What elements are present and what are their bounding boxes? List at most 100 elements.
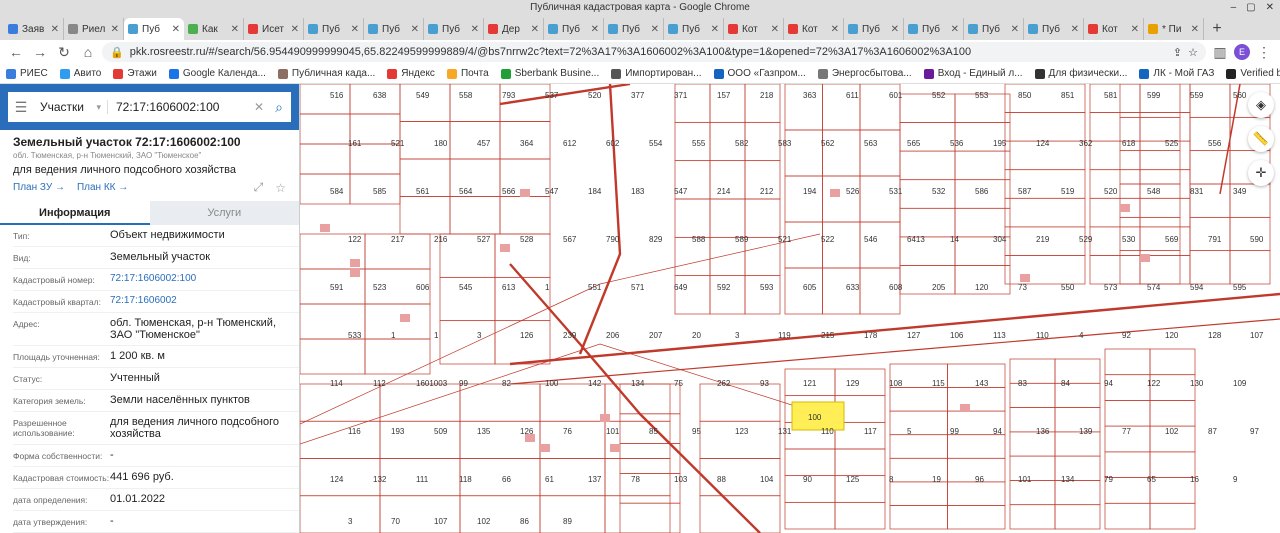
tab-close-icon[interactable]: ✕ [1011, 24, 1019, 35]
browser-tab[interactable]: Пуб ✕ [664, 18, 724, 40]
browser-tab[interactable]: Пуб ✕ [904, 18, 964, 40]
search-type-select[interactable]: Участки ▾ [34, 100, 108, 114]
browser-tab[interactable]: Пуб ✕ [304, 18, 364, 40]
plan-kk-link[interactable]: План КК → [77, 182, 128, 193]
bookmark-item[interactable]: Импортирован... [611, 68, 702, 79]
cadastral-map[interactable]: 516 638 549 558 793 537 520 377 371 157 218 363 611 6… [300, 84, 1280, 533]
bookmark-item[interactable]: ЛК - Мой ГАЗ [1139, 68, 1214, 79]
parcel-number-label: 793 [502, 91, 516, 100]
tab-close-icon[interactable]: ✕ [711, 24, 719, 35]
tab-close-icon[interactable]: ✕ [591, 24, 599, 35]
bookmark-item[interactable]: Этажи [113, 68, 157, 79]
bookmark-item[interactable]: Публичная када... [277, 68, 375, 79]
menu-icon[interactable]: ⋮ [1254, 42, 1274, 62]
search-icon[interactable]: ⌕ [267, 99, 291, 116]
bookmark-item[interactable]: Verified by VISA -... [1226, 68, 1280, 79]
tab-close-icon[interactable]: ✕ [471, 24, 479, 35]
bookmark-label: РИЕС [20, 68, 48, 79]
maximize-icon[interactable]: ▢ [1246, 0, 1255, 16]
window-title-bar: Публичная кадастровая карта - Google Chr… [0, 0, 1280, 16]
bookmark-item[interactable]: Google Календа... [168, 68, 266, 79]
browser-tab[interactable]: Пуб ✕ [364, 18, 424, 40]
tab-close-icon[interactable]: ✕ [531, 24, 539, 35]
tab-close-icon[interactable]: ✕ [111, 24, 119, 35]
parcel-number-label: 583 [778, 139, 792, 148]
profile-avatar[interactable]: E [1234, 44, 1250, 60]
home-icon[interactable]: ⌂ [78, 42, 98, 62]
layers-icon[interactable]: ◈ [1248, 92, 1274, 118]
tab-close-icon[interactable]: ✕ [951, 24, 959, 35]
tab-close-icon[interactable]: ✕ [351, 24, 359, 35]
browser-tab[interactable]: * Пи ✕ [1144, 18, 1204, 40]
search-input[interactable]: 72:17:1606002:100 [108, 100, 251, 114]
address-bar[interactable]: 🔒 pkk.rosreestr.ru/#/search/56.954490999… [102, 42, 1206, 62]
browser-tab[interactable]: Пуб ✕ [964, 18, 1024, 40]
plan-zu-link[interactable]: План ЗУ → [13, 182, 65, 193]
bookmark-item[interactable]: РИЕС [6, 68, 48, 79]
browser-tab[interactable]: Как ✕ [184, 18, 244, 40]
browser-tab[interactable]: Пуб ✕ [544, 18, 604, 40]
tab-close-icon[interactable]: ✕ [231, 24, 239, 35]
clear-icon[interactable]: ✕ [251, 100, 267, 114]
browser-tab[interactable]: Кот ✕ [784, 18, 844, 40]
browser-tab[interactable]: Пуб ✕ [1024, 18, 1084, 40]
tab-close-icon[interactable]: ✕ [411, 24, 419, 35]
tab-close-icon[interactable]: ✕ [1131, 24, 1139, 35]
search-row: ☰ Участки ▾ 72:17:1606002:100 ✕ ⌕ [0, 84, 299, 130]
minimize-icon[interactable]: – [1231, 0, 1237, 16]
tab-close-icon[interactable]: ✕ [651, 24, 659, 35]
browser-tab[interactable]: Пуб ✕ [604, 18, 664, 40]
parcel-boundary [1189, 84, 1231, 118]
browser-tab[interactable]: Пуб ✕ [424, 18, 484, 40]
bookmark-item[interactable]: Вход - Единый л... [923, 68, 1023, 79]
tab-close-icon[interactable]: ✕ [291, 24, 299, 35]
browser-tab[interactable]: Дер ✕ [484, 18, 544, 40]
browser-tab[interactable]: Пуб ✕ [844, 18, 904, 40]
bookmark-item[interactable]: Sberbank Busine... [500, 68, 599, 79]
favorite-star-icon[interactable]: ☆ [275, 181, 286, 195]
back-icon[interactable]: ← [6, 42, 26, 62]
tab-services[interactable]: Услуги [149, 201, 299, 225]
parcel-number-label: 139 [1079, 427, 1093, 436]
parcel-number-label: 591 [330, 283, 344, 292]
browser-tab[interactable]: Риел ✕ [64, 18, 124, 40]
parcel-number-label: 589 [735, 235, 749, 244]
hamburger-icon[interactable]: ☰ [8, 99, 34, 116]
tab-close-icon[interactable]: ✕ [1071, 24, 1079, 35]
bookmark-star-icon[interactable]: ☆ [1188, 46, 1198, 59]
browser-tab[interactable]: Кот ✕ [1084, 18, 1144, 40]
tab-close-icon[interactable]: ✕ [172, 24, 180, 35]
parcel-number-label: 82 [502, 379, 511, 388]
parcel-number-label: 214 [717, 187, 731, 196]
property-value[interactable]: 72:17:1606002:100 [110, 273, 299, 286]
bookmark-item[interactable]: Для физически... [1034, 68, 1127, 79]
property-value[interactable]: 72:17:1606002 [110, 295, 299, 308]
forward-icon[interactable]: → [30, 42, 50, 62]
browser-tab[interactable]: Исет ✕ [244, 18, 304, 40]
tab-info[interactable]: Информация [0, 201, 150, 225]
map-canvas[interactable]: 516 638 549 558 793 537 520 377 371 157 218 363 611 6… [300, 84, 1280, 533]
browser-tab[interactable]: Заяв ✕ [4, 18, 64, 40]
bookmark-item[interactable]: Яндекс [387, 68, 435, 79]
reload-icon[interactable]: ↻ [54, 42, 74, 62]
zoom-to-icon[interactable]: ⤢ [254, 180, 264, 195]
tab-close-icon[interactable]: ✕ [891, 24, 899, 35]
bookmark-item[interactable]: Почта [446, 68, 489, 79]
new-tab-button[interactable]: + [1204, 18, 1230, 40]
address-url[interactable]: pkk.rosreestr.ru/#/search/56.95449099999… [130, 46, 1167, 58]
tab-close-icon[interactable]: ✕ [771, 24, 779, 35]
tab-close-icon[interactable]: ✕ [1191, 24, 1199, 35]
tab-close-icon[interactable]: ✕ [831, 24, 839, 35]
bookmark-item[interactable]: ООО «Газпром... [713, 68, 806, 79]
parcel-boundary [674, 198, 711, 238]
browser-tab[interactable]: Кот ✕ [724, 18, 784, 40]
side-panel-icon[interactable]: ▥ [1210, 42, 1230, 62]
tab-close-icon[interactable]: ✕ [51, 24, 59, 35]
browser-tab[interactable]: Пуб ✕ [124, 18, 184, 40]
ruler-icon[interactable]: 📏 [1248, 126, 1274, 152]
share-icon[interactable]: ⇪ [1173, 46, 1182, 59]
locate-icon[interactable]: ✛ [1248, 160, 1274, 186]
close-icon[interactable]: ✕ [1266, 0, 1274, 16]
bookmark-item[interactable]: Авито [59, 68, 101, 79]
bookmark-item[interactable]: Энергосбытова... [817, 68, 912, 79]
